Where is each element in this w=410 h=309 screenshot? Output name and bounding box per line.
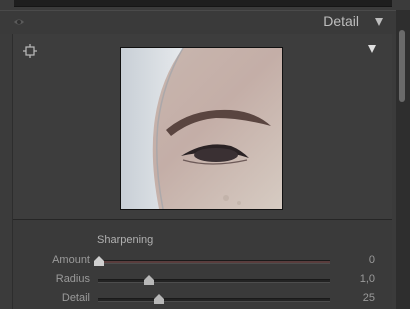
slider-row-amount: Amount 0 bbox=[13, 253, 392, 269]
section-label-sharpening: Sharpening bbox=[97, 234, 154, 246]
detail-slider-track[interactable] bbox=[98, 294, 330, 304]
top-edge bbox=[0, 0, 410, 10]
slider-value-amount[interactable]: 0 bbox=[369, 254, 375, 266]
slider-row-radius: Radius 1,0 bbox=[13, 272, 392, 288]
slider-value-detail[interactable]: 25 bbox=[363, 292, 375, 304]
amount-slider-thumb[interactable] bbox=[94, 256, 104, 266]
panel-title: Detail bbox=[323, 13, 359, 29]
triangle-down-icon[interactable] bbox=[367, 44, 377, 54]
detail-preview-box bbox=[13, 34, 392, 220]
triangle-down-icon[interactable] bbox=[374, 17, 384, 27]
slider-row-detail: Detail 25 bbox=[13, 291, 392, 307]
detail-slider-thumb[interactable] bbox=[154, 294, 164, 304]
radius-slider-track[interactable] bbox=[98, 275, 330, 285]
scrollbar-thumb[interactable] bbox=[399, 30, 405, 102]
amount-slider-track[interactable] bbox=[94, 256, 330, 266]
panel-scrollbar[interactable] bbox=[396, 10, 410, 309]
previous-panel-edge bbox=[14, 0, 392, 7]
eye-closeup-image bbox=[121, 48, 282, 209]
detail-panel-header[interactable]: Detail bbox=[0, 10, 396, 35]
slider-label-amount: Amount bbox=[52, 254, 90, 266]
slider-value-radius[interactable]: 1,0 bbox=[360, 273, 375, 285]
radius-slider-thumb[interactable] bbox=[144, 275, 154, 285]
crosshair-target-icon[interactable] bbox=[23, 44, 37, 58]
slider-label-detail: Detail bbox=[61, 292, 90, 304]
amount-slider-fill bbox=[98, 261, 330, 263]
eye-icon[interactable] bbox=[13, 16, 25, 28]
zoomed-preview-image[interactable] bbox=[120, 47, 283, 210]
sharpening-section: Sharpening Amount 0 Radius 1,0 Detail 25 bbox=[13, 220, 392, 309]
detail-panel-body: Sharpening Amount 0 Radius 1,0 Detail 25 bbox=[0, 34, 396, 309]
slider-label-radius: Radius bbox=[55, 273, 90, 285]
